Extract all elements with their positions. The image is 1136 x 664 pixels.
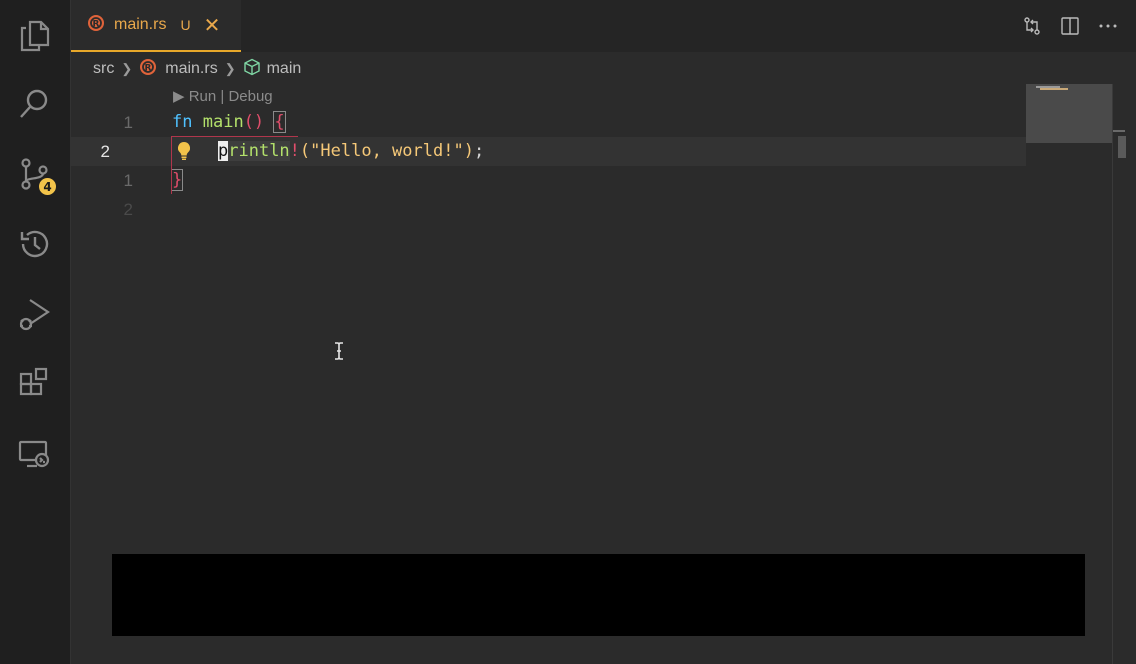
svg-text:R: R xyxy=(93,20,100,30)
more-actions-icon[interactable] xyxy=(1098,16,1118,36)
lightbulb-icon[interactable] xyxy=(175,141,193,166)
code-text: } xyxy=(170,169,184,191)
code-line: 1 } xyxy=(71,166,1026,195)
source-control-icon[interactable]: 4 xyxy=(0,146,70,202)
source-control-badge: 4 xyxy=(37,176,58,197)
function-name: main xyxy=(202,112,244,132)
minimap-code-line xyxy=(1040,88,1068,90)
semicolon: ; xyxy=(473,141,485,161)
lparen: ( xyxy=(299,141,311,161)
keyword-fn: fn xyxy=(172,112,193,132)
line-number: 2 xyxy=(100,142,110,161)
codelens-run-debug[interactable]: ▶ Run | Debug xyxy=(173,87,273,105)
mouse-ibeam-cursor xyxy=(333,341,345,365)
code-line-active: 2 println!("Hello, world!"); xyxy=(71,137,1026,166)
cube-icon xyxy=(243,58,261,81)
svg-text:R: R xyxy=(145,63,152,73)
chevron-right-icon: ❯ xyxy=(224,61,236,76)
tab-main-rs[interactable]: R main.rs U ✕ xyxy=(71,0,241,52)
code-line: 2 xyxy=(71,195,1026,224)
close-brace: } xyxy=(170,169,184,191)
minimap-slider[interactable] xyxy=(1026,84,1112,143)
macro-bang: ! xyxy=(289,141,300,161)
parens: () xyxy=(243,112,265,132)
activity-bar: 4 xyxy=(0,0,71,664)
open-brace: { xyxy=(273,111,286,133)
extensions-icon[interactable] xyxy=(0,356,70,412)
rust-file-icon: R xyxy=(87,14,105,36)
code-text: println!("Hello, world!"); xyxy=(218,141,484,161)
scrollbar-marker xyxy=(1113,130,1125,132)
black-panel xyxy=(112,554,1085,636)
code-line: 1 fn main() { xyxy=(71,108,1026,137)
editor-actions xyxy=(1022,16,1118,36)
breadcrumb-file[interactable]: main.rs xyxy=(165,60,217,78)
breadcrumb: src ❯ R main.rs ❯ main xyxy=(93,58,301,80)
tab-label: main.rs xyxy=(114,16,167,33)
rparen: ) xyxy=(463,141,474,161)
tab-bar: R main.rs U ✕ xyxy=(71,0,1136,52)
chevron-right-icon: ❯ xyxy=(121,61,133,76)
search-icon[interactable] xyxy=(0,76,70,132)
string-literal: "Hello, world!" xyxy=(310,141,464,161)
remote-explorer-icon[interactable] xyxy=(0,426,70,482)
macro-name: rintln xyxy=(228,141,290,161)
line-number: 1 xyxy=(123,113,133,132)
close-icon[interactable]: ✕ xyxy=(204,15,221,35)
timeline-icon[interactable] xyxy=(0,216,70,272)
bracket-guide-vertical xyxy=(171,166,172,194)
line-number: 1 xyxy=(123,171,133,190)
code-text: fn main() { xyxy=(172,111,286,133)
untracked-indicator: U xyxy=(180,17,191,33)
vertical-scrollbar[interactable] xyxy=(1112,84,1127,664)
rust-file-icon: R xyxy=(139,58,157,81)
breadcrumb-folder[interactable]: src xyxy=(93,60,114,78)
line-number: 2 xyxy=(123,200,133,219)
run-debug-icon[interactable] xyxy=(0,286,70,342)
breadcrumb-symbol[interactable]: main xyxy=(267,60,302,78)
text-cursor: p xyxy=(218,141,229,161)
open-changes-icon[interactable] xyxy=(1022,16,1042,36)
scrollbar-thumb[interactable] xyxy=(1118,136,1126,158)
split-editor-icon[interactable] xyxy=(1060,16,1080,36)
explorer-icon[interactable] xyxy=(0,8,70,64)
